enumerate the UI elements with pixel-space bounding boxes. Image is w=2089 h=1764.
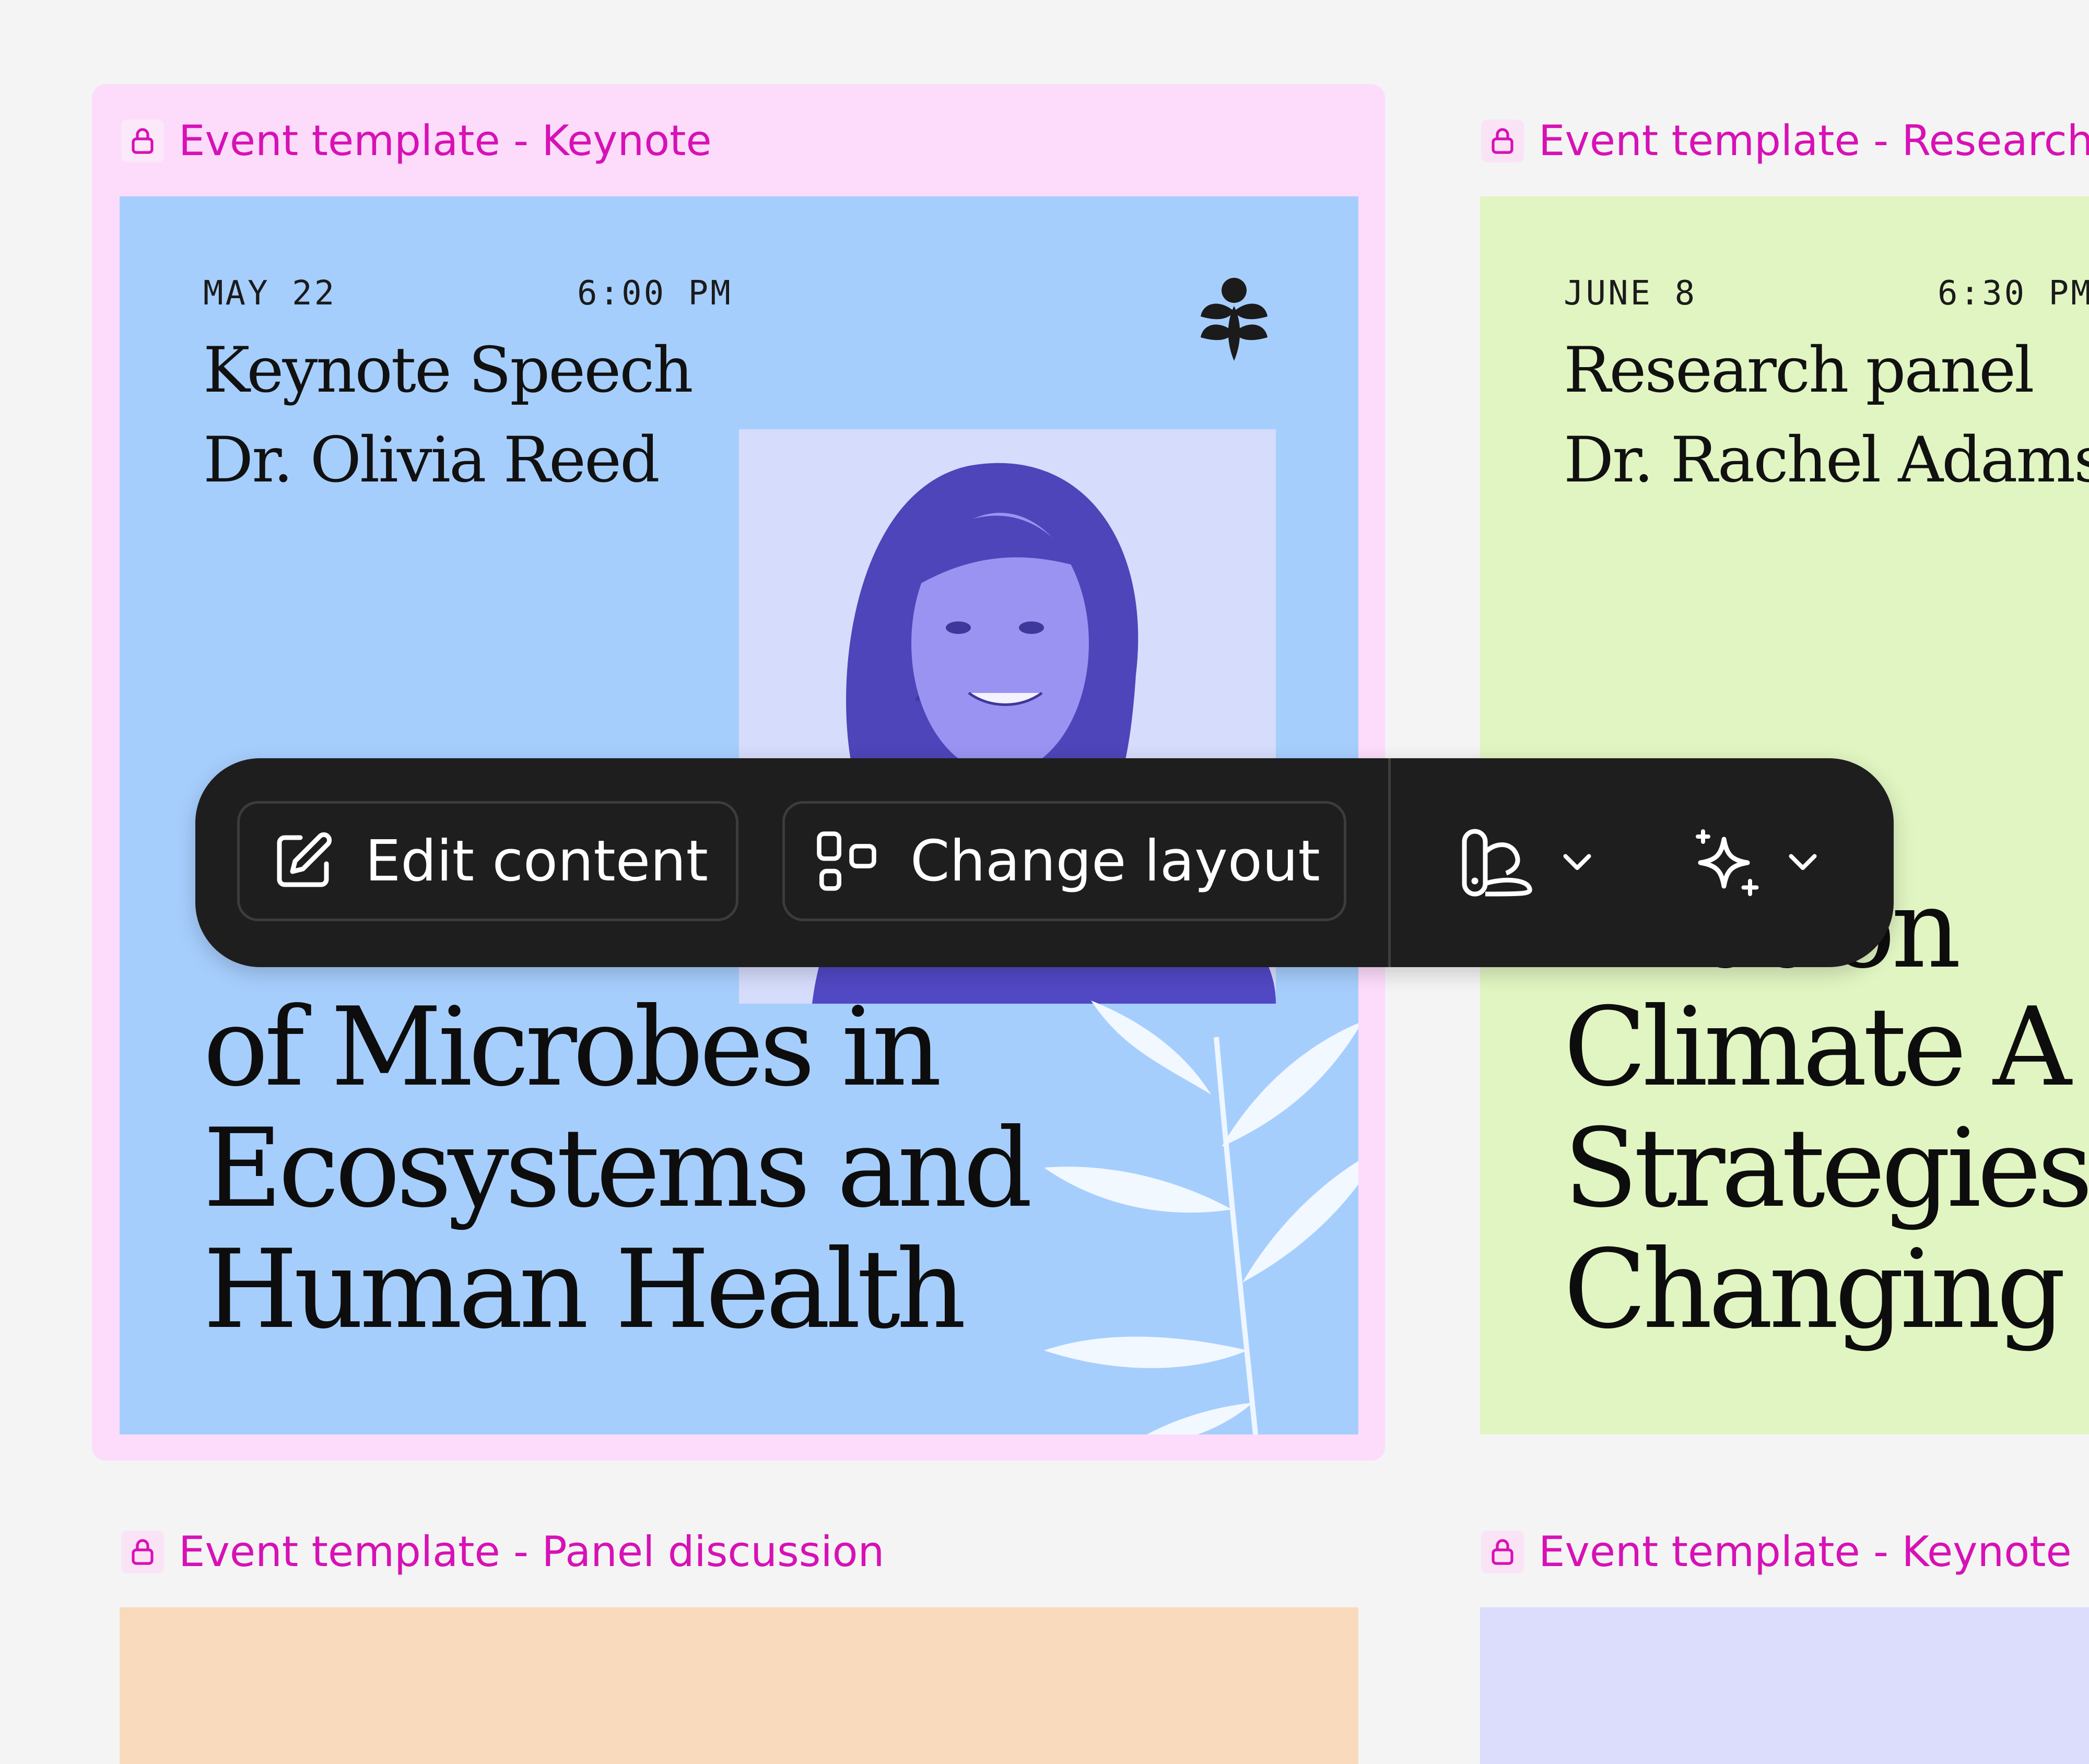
plant-decoration bbox=[987, 990, 1358, 1434]
change-layout-button[interactable]: Change layout bbox=[782, 801, 1346, 921]
edit-square-pen-icon bbox=[269, 827, 337, 895]
ai-dropdown-button[interactable] bbox=[1690, 826, 1818, 899]
toolbar-divider bbox=[1388, 758, 1391, 967]
talk-title-line: Ecosystems and bbox=[203, 1106, 1032, 1232]
lock-icon bbox=[121, 120, 164, 162]
frame-label-text: Event template - Research p bbox=[1539, 116, 2089, 165]
frame-label-keynote[interactable]: Event template - Keynote bbox=[121, 120, 712, 162]
frame-label-text: Event template - Keynote bbox=[179, 116, 712, 165]
talk-title-line: Human Health bbox=[203, 1227, 966, 1353]
frame-label-text: Event template - Keynote bbox=[1539, 1527, 2072, 1576]
edit-content-button[interactable]: Edit content bbox=[237, 801, 738, 921]
frame-label-panel[interactable]: Event template - Panel discussion bbox=[121, 1531, 884, 1573]
edit-content-label: Edit content bbox=[365, 828, 708, 894]
lock-icon bbox=[121, 1531, 164, 1573]
talk-title-line: Changing F bbox=[1564, 1227, 2089, 1353]
leaf-logo-icon bbox=[1198, 275, 1271, 366]
lock-icon bbox=[1481, 1531, 1524, 1573]
floating-toolbar: Edit content Change layout bbox=[195, 758, 1894, 967]
talk-title-line: Strategies f bbox=[1564, 1106, 2089, 1232]
event-date: JUNE 8 bbox=[1564, 274, 1697, 313]
speaker-name: Dr. Rachel Adams bbox=[1564, 424, 2089, 497]
event-date: MAY 22 bbox=[203, 274, 337, 313]
keynote-card-2[interactable] bbox=[1480, 1607, 2089, 1764]
talk-title-line: Climate A bbox=[1564, 984, 2071, 1111]
shape-style-icon bbox=[1459, 826, 1538, 899]
lock-icon bbox=[1481, 120, 1524, 162]
change-layout-label: Change layout bbox=[910, 828, 1320, 894]
frame-label-keynote-2[interactable]: Event template - Keynote bbox=[1481, 1531, 2072, 1573]
speaker-name: Dr. Olivia Reed bbox=[203, 424, 660, 497]
talk-title-line: of Microbes in bbox=[203, 984, 942, 1111]
frame-label-text: Event template - Panel discussion bbox=[179, 1527, 885, 1576]
chevron-down-icon bbox=[1787, 852, 1818, 873]
event-type: Keynote Speech bbox=[203, 334, 694, 407]
layout-blocks-icon bbox=[814, 829, 879, 893]
event-time: 6:00 PM bbox=[577, 274, 733, 313]
panel-discussion-card[interactable] bbox=[120, 1607, 1358, 1764]
event-time: 6:30 PM bbox=[1938, 274, 2089, 313]
frame-label-research[interactable]: Event template - Research p bbox=[1481, 120, 2089, 162]
chevron-down-icon bbox=[1562, 852, 1593, 873]
style-dropdown-button[interactable] bbox=[1459, 826, 1593, 899]
sparkles-icon bbox=[1690, 826, 1763, 899]
event-type: Research panel bbox=[1564, 334, 2035, 407]
